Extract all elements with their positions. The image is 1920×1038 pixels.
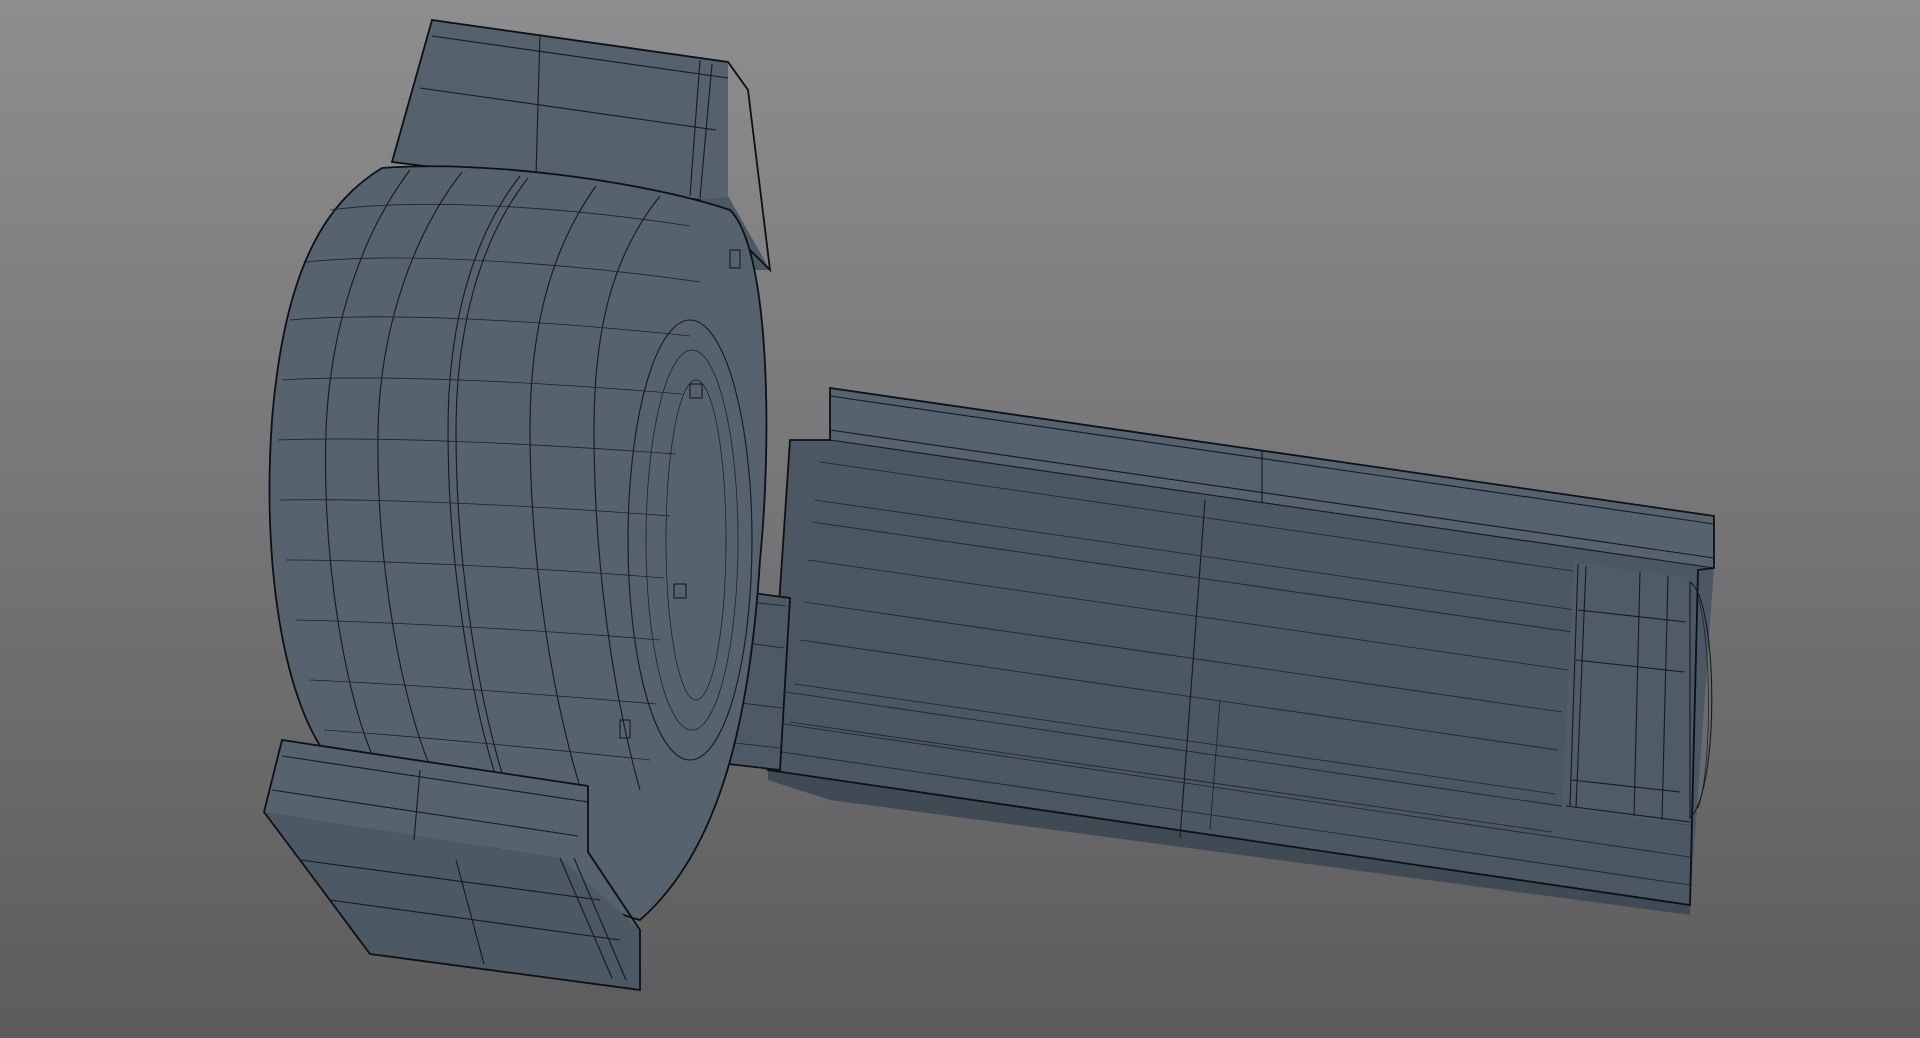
3d-viewport[interactable] <box>0 0 1920 1038</box>
viewport-canvas[interactable] <box>0 0 1920 1038</box>
